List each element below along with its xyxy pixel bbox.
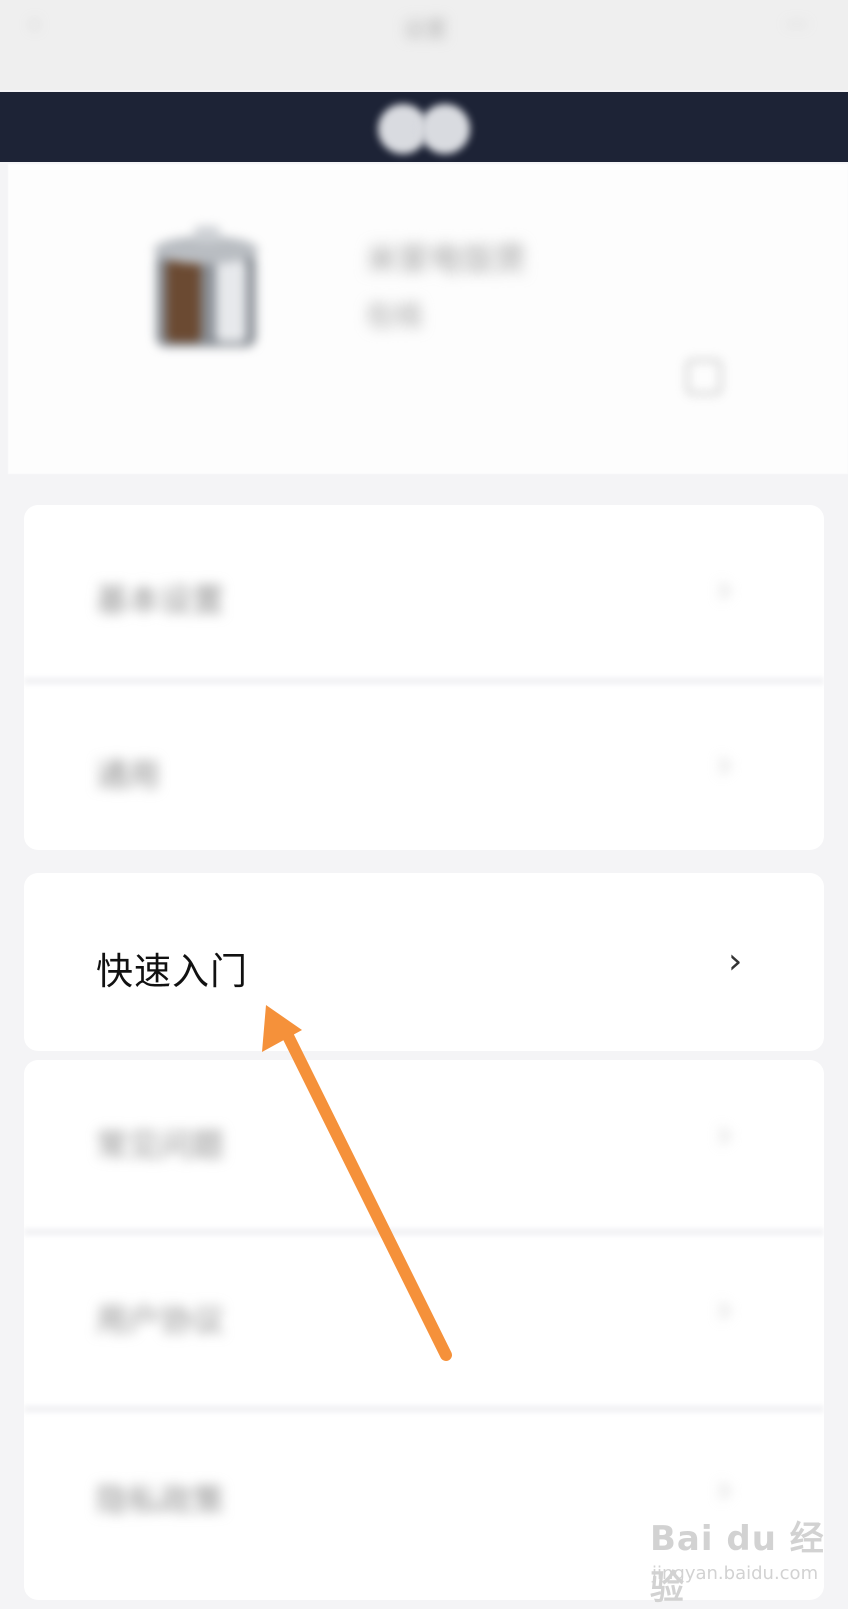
menu-row-label: 用户协议	[96, 1301, 225, 1339]
menu-row-agreement[interactable]: 用户协议 ›	[24, 1235, 824, 1395]
menu-row-general[interactable]: 通用 ›	[24, 690, 824, 850]
back-arrow-icon[interactable]: ‹	[30, 12, 39, 37]
chevron-right-icon: ›	[717, 567, 733, 611]
chevron-right-icon: ›	[728, 941, 743, 982]
toggle-knob-right	[420, 104, 470, 154]
rice-cooker-icon	[154, 226, 258, 347]
menu-row-faq[interactable]: 常见问题 ›	[24, 1060, 824, 1220]
chevron-right-icon: ›	[717, 1112, 733, 1156]
menu-row-basic[interactable]: 基本设置 ›	[24, 515, 824, 675]
page-title: 设置	[402, 18, 447, 43]
device-status: 在线	[366, 299, 423, 332]
menu-row-label: 隐私政策	[96, 1481, 225, 1519]
quick-start-label: 快速入门	[96, 950, 248, 993]
menu-row-quick-start[interactable]: 快速入门 ›	[24, 873, 824, 1051]
more-icon[interactable]: ⋯	[786, 12, 808, 37]
menu-group-top: 基本设置 › 通用 ›	[24, 505, 824, 850]
dark-header-band	[0, 92, 848, 162]
divider	[24, 1405, 824, 1413]
watermark-url: jingyan.baidu.com	[652, 1563, 819, 1584]
menu-row-label: 基本设置	[96, 581, 225, 619]
device-name: 米家电饭煲	[366, 240, 527, 278]
edit-icon[interactable]	[686, 359, 722, 395]
chevron-right-icon: ›	[717, 742, 733, 786]
menu-row-label: 通用	[96, 756, 161, 794]
watermark-brand: Bai du 经验	[650, 1519, 825, 1608]
device-card[interactable]: 米家电饭煲 在线	[8, 164, 848, 474]
divider	[24, 677, 824, 685]
rice-cooker-image	[138, 212, 273, 362]
toggle-icon[interactable]	[376, 98, 476, 158]
menu-row-label: 常见问题	[96, 1126, 225, 1164]
top-nav-bar: ‹ 设置 ⋯	[0, 0, 848, 90]
baidu-watermark: Bai du 经验 jingyan.baidu.com	[648, 1505, 848, 1608]
chevron-right-icon: ›	[717, 1287, 733, 1331]
